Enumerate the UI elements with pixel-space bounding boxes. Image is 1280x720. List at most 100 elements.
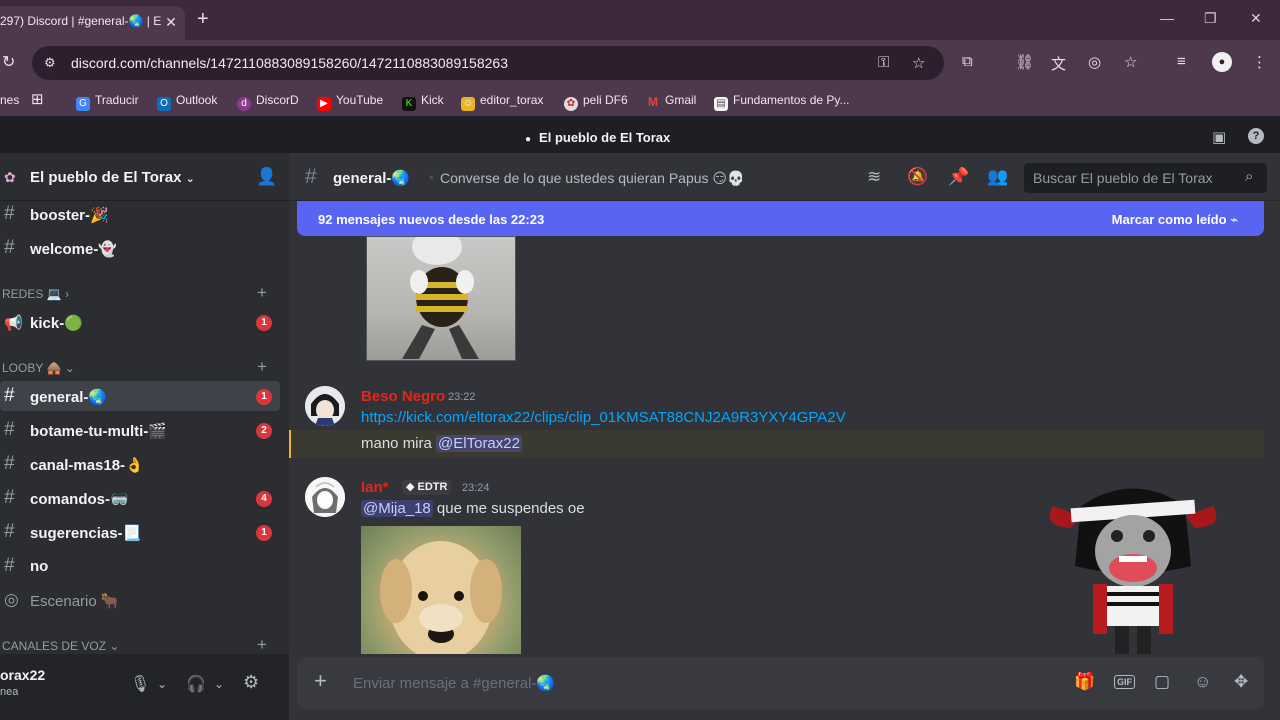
message-text: @Mija_18 que me suspendes oe <box>361 500 585 517</box>
bookmark-item[interactable]: ☺ editor_torax <box>461 93 543 111</box>
stage-icon: ◎ <box>4 590 19 609</box>
bookmark-item[interactable]: ✿ peli DF6 <box>564 93 628 111</box>
avatar[interactable] <box>305 477 345 517</box>
message-link[interactable]: https://kick.com/eltorax22/clips/clip_01… <box>361 409 846 426</box>
bookmark-item[interactable]: ▤ Fundamentos de Py... <box>714 93 850 111</box>
message-author[interactable]: Beso Negro <box>361 388 445 405</box>
image-attachment[interactable] <box>366 236 516 361</box>
message-input[interactable] <box>353 669 1053 697</box>
apps-icon[interactable]: ✥ <box>1234 672 1248 692</box>
search-input[interactable] <box>1024 163 1267 193</box>
hash-icon: # <box>4 237 15 258</box>
outlook-icon: O <box>157 97 171 111</box>
server-tag[interactable]: ◆ EDTR <box>402 480 452 495</box>
member-list-icon[interactable]: 👥 <box>987 167 1008 187</box>
translate-page-icon[interactable]: 文 <box>1051 53 1066 74</box>
user-mention[interactable]: @Mija_18 <box>361 500 433 517</box>
channel-item[interactable]: # no <box>0 551 280 581</box>
restore-icon[interactable]: ❐ <box>1204 10 1217 27</box>
channel-title: general-🌏 <box>333 170 411 187</box>
image-attachment[interactable] <box>361 526 521 654</box>
extensions-icon[interactable]: ⧉ <box>962 53 973 70</box>
channel-item-general[interactable]: # general-🌏 1 <box>0 381 280 411</box>
server-boost-icon: ✿ <box>4 169 16 185</box>
add-channel-icon[interactable]: + <box>257 283 267 303</box>
close-tab-icon[interactable]: ✕ <box>163 14 179 30</box>
avatar[interactable] <box>305 386 345 426</box>
message-author[interactable]: Ian* <box>361 479 389 496</box>
unread-badge: 2 <box>256 423 272 439</box>
mute-bell-icon[interactable]: 🔕 <box>907 167 928 187</box>
bookmark-item[interactable]: nes <box>0 93 19 107</box>
new-messages-bar[interactable]: 92 mensajes nuevos desde las 22:23 Marca… <box>297 201 1264 236</box>
invite-people-icon[interactable]: 👤 <box>256 167 277 187</box>
site-info-icon[interactable]: ⚙ <box>44 55 56 71</box>
emoji-icon[interactable]: ☺ <box>1194 672 1211 692</box>
mark-as-read-button[interactable]: Marcar como leído ⌁ <box>1112 212 1238 228</box>
chevron-down-icon[interactable]: ⌄ <box>157 677 167 691</box>
channel-name: no <box>30 558 49 575</box>
attach-plus-icon[interactable]: + <box>314 670 327 692</box>
hash-icon: # <box>305 165 317 188</box>
browser-tab[interactable]: 297) Discord | #general-🌏 | E ✕ <box>0 6 185 40</box>
locked-hash-icon: # <box>4 555 15 576</box>
new-tab-button[interactable]: + <box>197 9 209 29</box>
favorites-icon[interactable]: ☆ <box>1124 53 1137 71</box>
profile-avatar[interactable]: ● <box>1212 52 1232 72</box>
new-messages-text: 92 mensajes nuevos desde las 22:23 <box>318 212 545 227</box>
gif-icon[interactable]: GIF <box>1114 675 1135 689</box>
channel-item[interactable]: # sugerencias-📃 1 <box>0 517 280 547</box>
minimize-icon[interactable]: — <box>1160 10 1174 26</box>
category-header[interactable]: CANALES DE VOZ ⌄ <box>2 639 119 653</box>
hash-icon: # <box>4 487 15 508</box>
browser-tabbar: 297) Discord | #general-🌏 | E ✕ + — ❐ ✕ <box>0 0 1280 40</box>
media-queue-icon[interactable]: ≡ <box>1177 53 1186 70</box>
headphones-icon[interactable]: 🎧 <box>186 674 206 694</box>
message-text: mano mira @ElTorax22 <box>361 435 522 452</box>
pinned-icon[interactable]: 📌 <box>948 167 969 187</box>
channel-item[interactable]: # canal-mas18-👌 <box>0 449 280 479</box>
threads-icon[interactable]: ≋ <box>867 167 881 187</box>
microphone-icon[interactable]: 🎙 <box>130 674 150 694</box>
server-header[interactable]: ✿ El pueblo de El Torax ⌄ 👤 <box>0 153 289 201</box>
menu-kebab-icon[interactable]: ⋮ <box>1252 53 1267 71</box>
settings-gear-icon[interactable]: ⚙ <box>243 672 259 693</box>
address-bar[interactable]: ⚙ discord.com/channels/14721108830891582… <box>32 46 944 80</box>
bookmark-star-icon[interactable]: ☆ <box>912 54 925 72</box>
channel-item[interactable]: # booster-🎉 <box>0 199 280 229</box>
password-key-icon[interactable]: ⚿ <box>878 54 889 71</box>
bookmark-item[interactable]: G Traducir <box>76 93 139 111</box>
url-text[interactable]: discord.com/channels/1472110883089158260… <box>71 55 508 71</box>
reload-icon[interactable]: ↻ <box>2 52 15 72</box>
channel-item[interactable]: # welcome-👻 <box>0 233 280 263</box>
bookmark-item[interactable]: K Kick <box>402 93 444 111</box>
apps-grid-icon[interactable]: ⊞ <box>31 90 44 108</box>
chevron-down-icon: ⌄ <box>64 361 75 375</box>
username[interactable]: orax22 <box>0 667 45 683</box>
channel-name: botame-tu-multi-🎬 <box>30 423 167 440</box>
lens-icon[interactable]: ◎ <box>1088 53 1101 71</box>
channel-topic[interactable]: Converse de lo que ustedes quieran Papus… <box>440 170 744 187</box>
category-header[interactable]: LOOBY 🛖 ⌄ <box>2 361 75 375</box>
inbox-icon[interactable]: ▣ <box>1212 128 1226 146</box>
close-window-icon[interactable]: ✕ <box>1250 10 1262 27</box>
channel-item[interactable]: # botame-tu-multi-🎬 2 <box>0 415 280 445</box>
bookmark-item[interactable]: ▶ YouTube <box>317 93 383 111</box>
channel-item[interactable]: 📢 kick-🟢 1 <box>0 307 280 337</box>
server-name[interactable]: El pueblo de El Torax ⌄ <box>30 169 195 186</box>
help-icon[interactable]: ? <box>1248 128 1264 144</box>
bookmark-item[interactable]: O Outlook <box>157 93 217 111</box>
bookmark-item[interactable]: d DiscorD <box>237 93 299 111</box>
add-channel-icon[interactable]: + <box>257 357 267 377</box>
bookmark-item[interactable]: M Gmail <box>646 93 696 109</box>
channel-item[interactable]: ◎ Escenario 🐂 <box>0 585 280 615</box>
gift-icon[interactable]: 🎁 <box>1074 672 1095 692</box>
add-channel-icon[interactable]: + <box>257 635 267 655</box>
category-header[interactable]: REDES 💻 › <box>2 287 69 301</box>
channel-item[interactable]: # comandos-🥽 4 <box>0 483 280 513</box>
sticker-icon[interactable]: ▢ <box>1154 672 1170 692</box>
link-icon[interactable]: ⛓ <box>1015 53 1034 71</box>
chevron-down-icon[interactable]: ⌄ <box>214 677 224 691</box>
hash-icon: # <box>4 385 15 406</box>
user-mention[interactable]: @ElTorax22 <box>436 435 522 452</box>
